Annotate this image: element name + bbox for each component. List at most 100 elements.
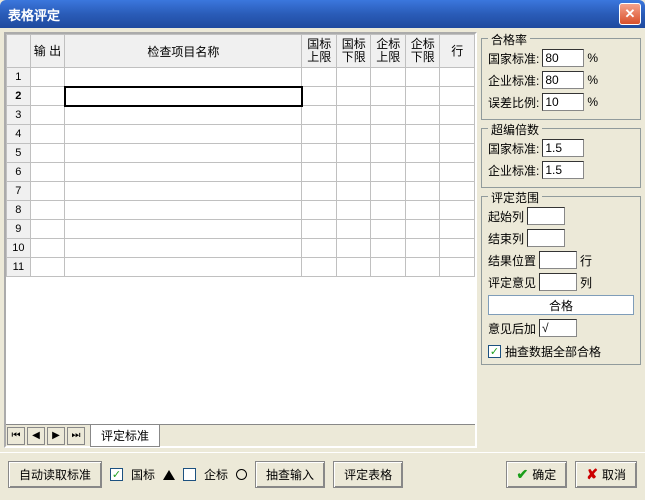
grid-cell[interactable] [30, 258, 65, 277]
grid-cell[interactable] [371, 68, 406, 87]
grid-cell[interactable] [405, 239, 440, 258]
header-row[interactable]: 行 [440, 35, 475, 68]
grid-cell[interactable] [440, 258, 475, 277]
table-row[interactable]: 1 [7, 68, 475, 87]
row-header[interactable]: 7 [7, 182, 31, 201]
grid-cell[interactable] [405, 144, 440, 163]
grid-cell[interactable] [65, 258, 302, 277]
end-col-input[interactable] [527, 229, 565, 247]
grid-cell[interactable] [371, 163, 406, 182]
grid-cell[interactable] [440, 125, 475, 144]
grid-cell[interactable] [30, 239, 65, 258]
sheet-tab[interactable]: 评定标准 [90, 424, 160, 447]
grid-cell[interactable] [65, 144, 302, 163]
auto-read-button[interactable]: 自动读取标准 [8, 461, 102, 488]
qualified-combo[interactable]: 合格 [488, 295, 634, 315]
header-gb-low[interactable]: 国标 下限 [336, 35, 371, 68]
table-row[interactable]: 4 [7, 125, 475, 144]
grid-cell[interactable] [30, 106, 65, 125]
grid-cell[interactable] [371, 220, 406, 239]
grid-cell[interactable] [336, 106, 371, 125]
grid-cell[interactable] [302, 239, 337, 258]
table-row[interactable]: 5 [7, 144, 475, 163]
grid-cell[interactable] [302, 220, 337, 239]
all-pass-checkbox[interactable]: ✓ [488, 345, 501, 358]
enterprise-std-input[interactable] [542, 71, 584, 89]
table-row[interactable]: 7 [7, 182, 475, 201]
mult-enterprise-input[interactable] [542, 161, 584, 179]
cancel-button[interactable]: ✘取消 [575, 461, 637, 488]
grid-cell[interactable] [65, 87, 302, 106]
data-grid[interactable]: 输 出 检查项目名称 国标 上限 国标 下限 企标 上限 企标 下限 行 123… [6, 34, 475, 424]
grid-cell[interactable] [302, 182, 337, 201]
grid-cell[interactable] [371, 258, 406, 277]
table-row[interactable]: 2 [7, 87, 475, 106]
grid-cell[interactable] [440, 106, 475, 125]
row-header[interactable]: 3 [7, 106, 31, 125]
grid-cell[interactable] [65, 106, 302, 125]
grid-cell[interactable] [405, 201, 440, 220]
grid-cell[interactable] [65, 239, 302, 258]
grid-cell[interactable] [336, 182, 371, 201]
grid-cell[interactable] [65, 220, 302, 239]
grid-cell[interactable] [371, 125, 406, 144]
header-ent-low[interactable]: 企标 下限 [405, 35, 440, 68]
grid-cell[interactable] [65, 182, 302, 201]
grid-cell[interactable] [440, 87, 475, 106]
table-row[interactable]: 6 [7, 163, 475, 182]
national-std-input[interactable] [542, 49, 584, 67]
row-header[interactable]: 8 [7, 201, 31, 220]
grid-cell[interactable] [30, 87, 65, 106]
grid-cell[interactable] [30, 182, 65, 201]
grid-cell[interactable] [440, 201, 475, 220]
grid-cell[interactable] [405, 106, 440, 125]
nav-first-button[interactable]: ⏮ [7, 427, 25, 445]
grid-cell[interactable] [371, 239, 406, 258]
close-button[interactable]: ✕ [619, 3, 641, 25]
grid-cell[interactable] [440, 68, 475, 87]
grid-cell[interactable] [405, 258, 440, 277]
row-header[interactable]: 5 [7, 144, 31, 163]
grid-cell[interactable] [65, 163, 302, 182]
grid-cell[interactable] [30, 144, 65, 163]
grid-cell[interactable] [302, 68, 337, 87]
grid-cell[interactable] [30, 220, 65, 239]
grid-cell[interactable] [440, 182, 475, 201]
opinion-input[interactable] [539, 273, 577, 291]
table-row[interactable]: 10 [7, 239, 475, 258]
grid-cell[interactable] [405, 68, 440, 87]
row-header[interactable]: 10 [7, 239, 31, 258]
grid-cell[interactable] [65, 68, 302, 87]
grid-cell[interactable] [302, 144, 337, 163]
grid-cell[interactable] [336, 201, 371, 220]
grid-cell[interactable] [30, 201, 65, 220]
nav-prev-button[interactable]: ◀ [27, 427, 45, 445]
grid-cell[interactable] [336, 220, 371, 239]
grid-cell[interactable] [336, 258, 371, 277]
row-header[interactable]: 11 [7, 258, 31, 277]
table-row[interactable]: 9 [7, 220, 475, 239]
result-pos-input[interactable] [539, 251, 577, 269]
grid-cell[interactable] [336, 87, 371, 106]
grid-cell[interactable] [371, 144, 406, 163]
grid-cell[interactable] [336, 68, 371, 87]
check-input-button[interactable]: 抽查输入 [255, 461, 325, 488]
ok-button[interactable]: ✔确定 [506, 461, 568, 488]
table-row[interactable]: 8 [7, 201, 475, 220]
grid-cell[interactable] [30, 125, 65, 144]
grid-cell[interactable] [371, 87, 406, 106]
grid-cell[interactable] [440, 220, 475, 239]
grid-cell[interactable] [405, 125, 440, 144]
gb-checkbox[interactable]: ✓ [110, 468, 123, 481]
row-header[interactable]: 9 [7, 220, 31, 239]
grid-cell[interactable] [336, 239, 371, 258]
ent-checkbox[interactable] [183, 468, 196, 481]
row-header[interactable]: 6 [7, 163, 31, 182]
grid-cell[interactable] [336, 144, 371, 163]
grid-cell[interactable] [302, 258, 337, 277]
eval-table-button[interactable]: 评定表格 [333, 461, 403, 488]
grid-cell[interactable] [405, 163, 440, 182]
grid-cell[interactable] [336, 125, 371, 144]
grid-cell[interactable] [302, 163, 337, 182]
grid-cell[interactable] [302, 201, 337, 220]
